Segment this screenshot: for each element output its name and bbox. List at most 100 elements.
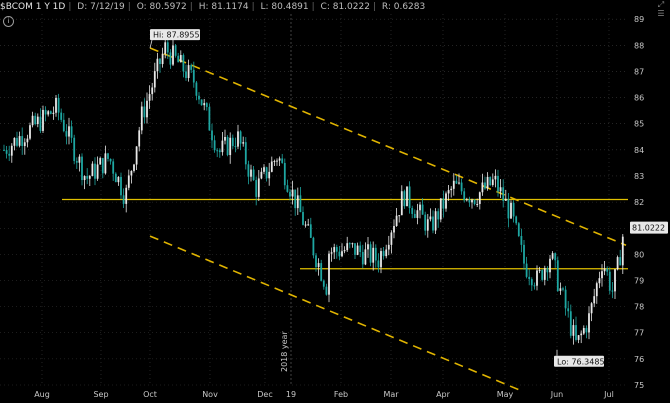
candle-body xyxy=(135,146,138,165)
candle-body xyxy=(502,187,505,201)
candle-body xyxy=(5,150,8,154)
candle-body xyxy=(263,167,265,172)
candle-body xyxy=(247,164,250,177)
price-chart[interactable]: 757677787980818283848586878889 AugSepOct… xyxy=(0,0,670,403)
candle-body xyxy=(208,106,211,131)
candle-body xyxy=(476,203,479,205)
candle-body xyxy=(374,247,377,261)
candle-body xyxy=(229,137,232,155)
candle-body xyxy=(94,163,96,179)
candle-body xyxy=(411,208,414,214)
candle-body xyxy=(606,268,609,272)
candle-body xyxy=(354,243,356,255)
candle-body xyxy=(205,103,208,107)
candle-body xyxy=(458,182,460,184)
candle-body xyxy=(556,260,559,291)
candle-body xyxy=(62,119,65,132)
date-tick-Jun: Jun xyxy=(550,390,564,399)
candle-body xyxy=(611,290,614,292)
candle-body xyxy=(283,162,286,186)
candle-body xyxy=(187,65,190,79)
candle-body xyxy=(117,176,120,183)
candle-body xyxy=(390,232,393,245)
candle-body xyxy=(601,271,603,279)
price-tick-89: 89 xyxy=(634,15,644,24)
price-tick-88: 88 xyxy=(634,41,644,50)
candle-body xyxy=(299,195,302,213)
candle-body xyxy=(42,109,44,131)
candle-body xyxy=(140,106,143,131)
candle-body xyxy=(465,199,468,201)
candle-body xyxy=(585,328,588,333)
candle-body xyxy=(18,136,21,146)
candle-body xyxy=(343,250,346,252)
candle-body xyxy=(554,253,557,261)
candle-body xyxy=(73,137,76,161)
candle-body xyxy=(224,136,226,141)
date-tick-Feb: Feb xyxy=(334,390,348,399)
candle-body xyxy=(237,131,239,147)
candle-body xyxy=(429,216,432,220)
candle-body xyxy=(530,279,533,286)
candle-body xyxy=(398,215,401,217)
candle-body xyxy=(13,137,16,146)
candle-body xyxy=(120,176,122,196)
price-tick-78: 78 xyxy=(634,303,644,312)
candle-body xyxy=(614,269,616,292)
candle-body xyxy=(385,249,388,257)
candle-body xyxy=(330,252,333,254)
candle-body xyxy=(104,153,107,174)
price-tick-79: 79 xyxy=(634,276,644,285)
high-annotation-pointer xyxy=(149,39,153,49)
candle-body xyxy=(182,55,185,72)
candle-body xyxy=(21,136,24,147)
candle-body xyxy=(577,335,580,340)
date-tick-Dec: Dec xyxy=(257,390,272,399)
candle-body xyxy=(406,186,408,207)
candle-body xyxy=(348,243,351,245)
price-tick-87: 87 xyxy=(634,67,644,76)
candle-body xyxy=(296,195,299,209)
candle-body xyxy=(291,189,294,197)
candle-body xyxy=(593,296,596,304)
last-price-label: 81.0222 xyxy=(632,224,665,233)
candle-body xyxy=(166,42,169,53)
candle-body xyxy=(621,236,624,266)
date-tick-May: May xyxy=(497,390,514,399)
candle-body xyxy=(356,245,359,255)
candle-body xyxy=(216,150,219,152)
candle-body xyxy=(91,163,94,177)
candle-body xyxy=(559,288,562,291)
candle-body xyxy=(416,210,419,218)
candle-body xyxy=(218,150,221,153)
candle-body xyxy=(281,158,284,163)
candle-body xyxy=(252,169,255,181)
candle-body xyxy=(434,211,437,231)
support-resistance-levels xyxy=(62,198,628,270)
candle-body xyxy=(16,137,18,146)
candle-body xyxy=(395,215,398,227)
candle-body xyxy=(231,137,234,147)
candle-body xyxy=(572,325,575,336)
candle-body xyxy=(575,325,577,340)
candle-body xyxy=(346,243,349,251)
candle-body xyxy=(278,158,281,161)
candle-body xyxy=(8,153,11,156)
candle-body xyxy=(419,204,421,211)
date-tick-19: 19 xyxy=(286,390,296,399)
candle-body xyxy=(109,158,112,162)
candle-body xyxy=(47,111,50,115)
candle-body xyxy=(525,263,528,277)
candle-body xyxy=(195,82,198,96)
candle-body xyxy=(598,278,601,284)
date-tick-Jul: Jul xyxy=(603,390,614,399)
candle-body xyxy=(460,182,463,192)
candle-body xyxy=(361,252,364,265)
candle-body xyxy=(114,173,117,183)
candle-body xyxy=(437,211,440,220)
candle-body xyxy=(55,97,57,113)
price-tick-84: 84 xyxy=(634,146,644,155)
candle-body xyxy=(341,251,343,257)
candle-body xyxy=(536,270,538,286)
candle-body xyxy=(333,247,336,253)
